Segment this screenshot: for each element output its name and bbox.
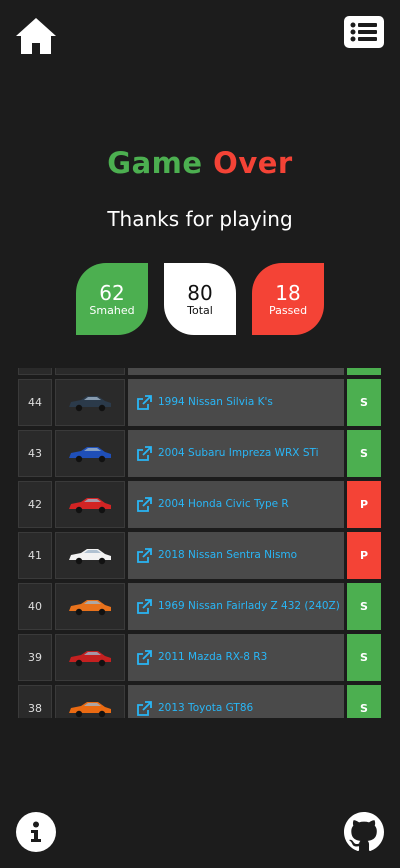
smashed-stat: 62 Smahed [76, 263, 148, 335]
car-icon [69, 599, 111, 615]
car-rank: 39 [18, 634, 52, 681]
car-icon [69, 446, 111, 462]
title-word-over: Over [213, 146, 293, 180]
total-stat: 80 Total [164, 263, 236, 335]
github-icon[interactable] [344, 812, 384, 852]
car-name: 2013 Toyota GT86 [158, 702, 254, 714]
car-name: 2011 Mazda RX-8 R3 [158, 651, 268, 663]
car-thumbnail [55, 685, 125, 718]
car-thumbnail [55, 481, 125, 528]
car-icon [69, 548, 111, 564]
list-icon[interactable] [344, 16, 384, 48]
table-row: 44 1994 Nissan Silvia K's S [18, 379, 382, 426]
results-list[interactable]: 44 1994 Nissan Silvia K's S 43 2004 Subaru I… [18, 368, 382, 718]
table-row: 38 2013 Toyota GT86 S [18, 685, 382, 718]
table-row: 43 2004 Subaru Impreza WRX STi S [18, 430, 382, 477]
external-link-icon [137, 598, 152, 614]
car-name: 1994 Nissan Silvia K's [158, 396, 273, 408]
passed-stat: 18 Passed [252, 263, 324, 335]
passed-count: 18 [275, 280, 301, 305]
result-badge: S [347, 583, 381, 630]
table-row: 40 1969 Nissan Fairlady Z 432 (240Z) S [18, 583, 382, 630]
car-icon [69, 497, 111, 513]
car-link[interactable]: 1994 Nissan Silvia K's [128, 379, 344, 426]
passed-label: Passed [268, 303, 308, 317]
car-rank: 43 [18, 430, 52, 477]
smashed-count: 62 [99, 280, 125, 305]
external-link-icon [137, 649, 152, 665]
info-button[interactable] [16, 812, 56, 852]
table-row: 42 2004 Honda Civic Type R P [18, 481, 382, 528]
smashed-label: Smahed [89, 303, 135, 317]
car-thumbnail [55, 583, 125, 630]
car-icon [69, 650, 111, 666]
total-label: Total [187, 303, 213, 317]
car-link[interactable]: 2018 Nissan Sentra Nismo [128, 532, 344, 579]
title-word-game: Game [107, 146, 203, 180]
result-badge: P [347, 532, 381, 579]
car-thumbnail [55, 634, 125, 681]
car-thumbnail [55, 379, 125, 426]
table-row: 39 2011 Mazda RX-8 R3 S [18, 634, 382, 681]
car-rank: 38 [18, 685, 52, 718]
car-link[interactable]: 1969 Nissan Fairlady Z 432 (240Z) [128, 583, 344, 630]
car-icon [69, 701, 111, 717]
car-rank: 41 [18, 532, 52, 579]
result-badge: S [347, 634, 381, 681]
external-link-icon [137, 394, 152, 410]
result-badge: S [347, 685, 381, 718]
car-rank: 44 [18, 379, 52, 426]
car-link[interactable]: 2013 Toyota GT86 [128, 685, 344, 718]
game-over-title: Game Over [0, 146, 400, 180]
car-name: 1969 Nissan Fairlady Z 432 (240Z) [158, 600, 340, 612]
total-count: 80 [187, 280, 213, 305]
info-icon [31, 821, 41, 842]
car-link[interactable]: 2004 Subaru Impreza WRX STi [128, 430, 344, 477]
result-badge: S [347, 430, 381, 477]
table-row: 41 2018 Nissan Sentra Nismo P [18, 532, 382, 579]
external-link-icon [137, 547, 152, 563]
car-link[interactable]: 2004 Honda Civic Type R [128, 481, 344, 528]
result-badge: S [347, 379, 381, 426]
home-icon[interactable] [14, 16, 58, 56]
car-link[interactable]: 2011 Mazda RX-8 R3 [128, 634, 344, 681]
car-name: 2018 Nissan Sentra Nismo [158, 549, 298, 561]
external-link-icon [137, 496, 152, 512]
external-link-icon [137, 445, 152, 461]
subtitle: Thanks for playing [107, 207, 293, 231]
car-thumbnail [55, 532, 125, 579]
table-row-clipped [18, 368, 382, 375]
car-rank: 42 [18, 481, 52, 528]
external-link-icon [137, 700, 152, 716]
car-name: 2004 Honda Civic Type R [158, 498, 289, 510]
car-thumbnail [55, 430, 125, 477]
car-name: 2004 Subaru Impreza WRX STi [158, 447, 319, 459]
car-rank: 40 [18, 583, 52, 630]
result-badge: P [347, 481, 381, 528]
car-icon [69, 395, 111, 411]
